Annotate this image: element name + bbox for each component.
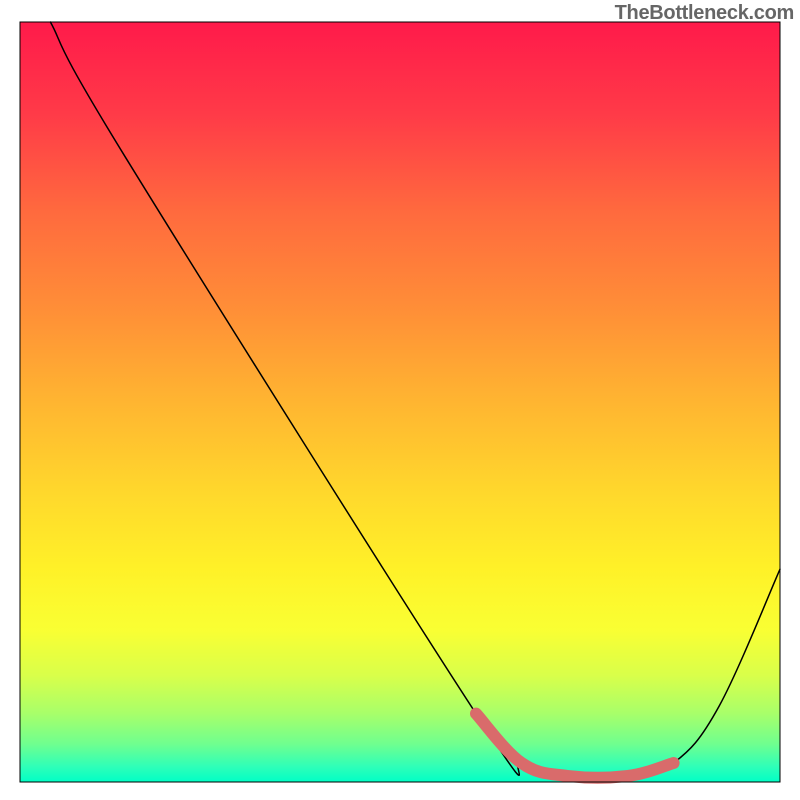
watermark-text: TheBottleneck.com [615,2,794,25]
gradient-background [20,22,780,782]
chart-container: { "watermark": "TheBottleneck.com", "cha… [0,0,800,800]
bottleneck-chart [0,0,800,800]
